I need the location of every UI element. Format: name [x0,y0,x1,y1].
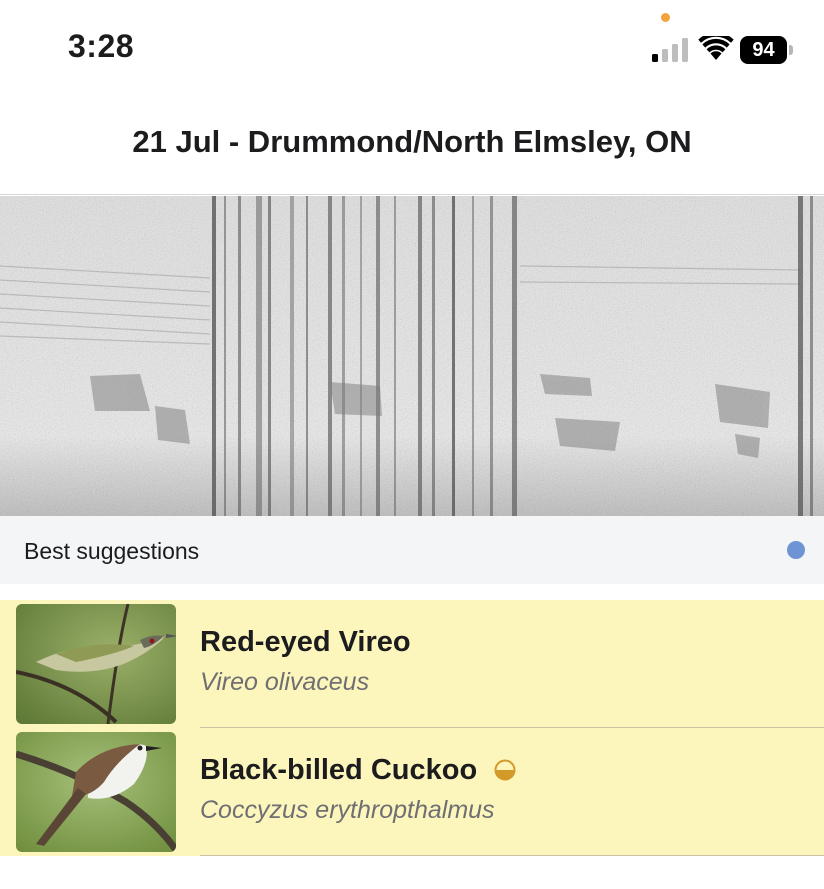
wifi-icon [698,36,734,60]
status-indicator-dot [787,541,805,559]
battery-tip [789,45,793,55]
black-billed-cuckoo-photo [16,732,176,852]
suggestions-label: Best suggestions [24,538,200,564]
results-list: Red-eyed Vireo Vireo olivaceus Black-bil… [0,600,824,856]
status-time: 3:28 [68,28,135,64]
battery-icon: 94 [740,36,794,64]
scientific-name: Coccyzus erythropthalmus [200,796,495,824]
common-name: Black-billed Cuckoo [200,754,478,786]
common-name: Red-eyed Vireo [200,626,411,658]
list-item[interactable]: Red-eyed Vireo Vireo olivaceus [0,600,824,728]
battery-level: 94 [740,36,787,64]
page-title: 21 Jul - Drummond/North Elmsley, ON [132,124,692,159]
header-divider [0,194,824,195]
list-item[interactable]: Black-billed Cuckoo Coccyzus erythroptha… [0,728,824,856]
cellular-signal-icon [652,38,688,62]
red-eyed-vireo-photo [16,604,176,724]
half-circle-icon [494,759,516,781]
spectrogram[interactable] [0,196,824,516]
scientific-name: Vireo olivaceus [200,668,370,696]
status-bar: 3:28 94 [0,0,824,100]
spectrogram-image [0,196,824,516]
mic-indicator-dot [661,13,670,22]
suggestions-header: Best suggestions [0,516,824,584]
row-divider [200,855,824,856]
